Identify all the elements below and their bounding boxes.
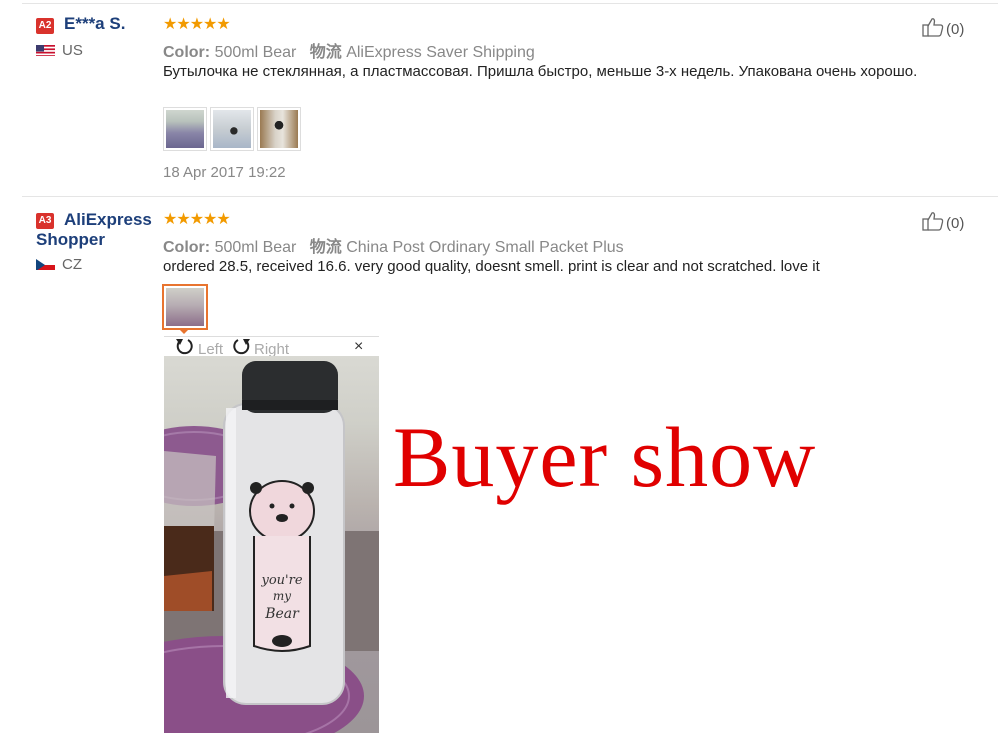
reviewer-country: US [62, 42, 83, 59]
order-info: Color: 500ml Bear 物流 China Post Ordinary… [163, 233, 624, 257]
bear-text-line3: Bear [264, 606, 300, 622]
color-label: Color: [163, 44, 211, 61]
review-text: ordered 28.5, received 16.6. very good q… [163, 258, 820, 275]
cz-flag-icon [36, 258, 55, 270]
star-rating: ★★★★★ [163, 211, 231, 228]
logistics-value: China Post Ordinary Small Packet Plus [346, 239, 624, 256]
reviewer-name[interactable]: E***a S. [64, 14, 125, 34]
star-rating: ★★★★★ [163, 16, 231, 33]
bottle-photo-illustration: you're my Bear [164, 361, 379, 733]
logistics-label: 物流 [309, 239, 342, 256]
logistics-label: 物流 [309, 44, 342, 61]
review-photo-thumb-2[interactable] [210, 107, 254, 151]
color-value: 500ml Bear [214, 44, 297, 61]
color-value: 500ml Bear [214, 239, 297, 256]
order-info: Color: 500ml Bear 物流 AliExpress Saver Sh… [163, 38, 535, 62]
thumbs-up-icon [922, 17, 944, 41]
rotate-left-label: Left [198, 340, 224, 358]
color-label: Color: [163, 239, 211, 256]
close-icon[interactable]: × [354, 338, 363, 356]
thumb-pointer-arrow [178, 328, 190, 334]
helpful-count: (0) [946, 20, 965, 38]
review-photo-thumb-1[interactable] [163, 107, 207, 151]
reviewer-country: CZ [62, 256, 82, 273]
logistics-value: AliExpress Saver Shipping [346, 44, 535, 61]
buyer-show-caption: Buyer show [393, 409, 817, 505]
top-divider [22, 3, 998, 4]
level-badge: A2 [36, 18, 54, 34]
helpful-button[interactable]: (0) [922, 17, 964, 41]
review-date: 18 Apr 2017 19:22 [163, 164, 286, 181]
bear-text-line2: my [273, 589, 291, 603]
thumbs-up-icon [922, 211, 944, 235]
photo-viewer-toolbar: Left Right × [164, 336, 379, 358]
review-text: Бутылочка не стеклянная, а пластмассовая… [163, 63, 918, 80]
review-photo-large: you're my Bear [164, 356, 379, 733]
us-flag-icon [36, 44, 55, 56]
review-divider [22, 196, 998, 197]
review-photo-thumb-selected[interactable] [162, 284, 208, 330]
helpful-button[interactable]: (0) [922, 211, 964, 235]
reviewer-name-line1[interactable]: AliExpress [64, 210, 152, 230]
level-badge: A3 [36, 213, 54, 229]
reviewer-name-line2[interactable]: Shopper [36, 230, 105, 250]
review-photo-thumb-3[interactable] [257, 107, 301, 151]
helpful-count: (0) [946, 214, 965, 232]
rotate-right-label: Right [254, 340, 290, 358]
bear-text-line1: you're [260, 573, 302, 588]
